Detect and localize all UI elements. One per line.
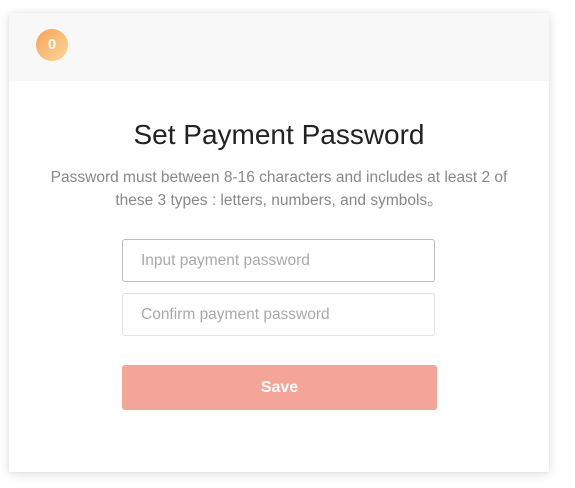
save-button[interactable]: Save xyxy=(122,365,437,410)
password-requirements-text: Password must between 8-16 characters an… xyxy=(50,169,508,209)
payment-password-card: 0 Set Payment Password Password must bet… xyxy=(9,13,549,472)
page-title: Set Payment Password xyxy=(133,119,425,150)
payment-password-input[interactable] xyxy=(122,239,435,282)
card-header: 0 xyxy=(9,13,549,81)
avatar[interactable]: 0 xyxy=(36,29,68,61)
confirm-payment-password-input[interactable] xyxy=(122,293,435,336)
